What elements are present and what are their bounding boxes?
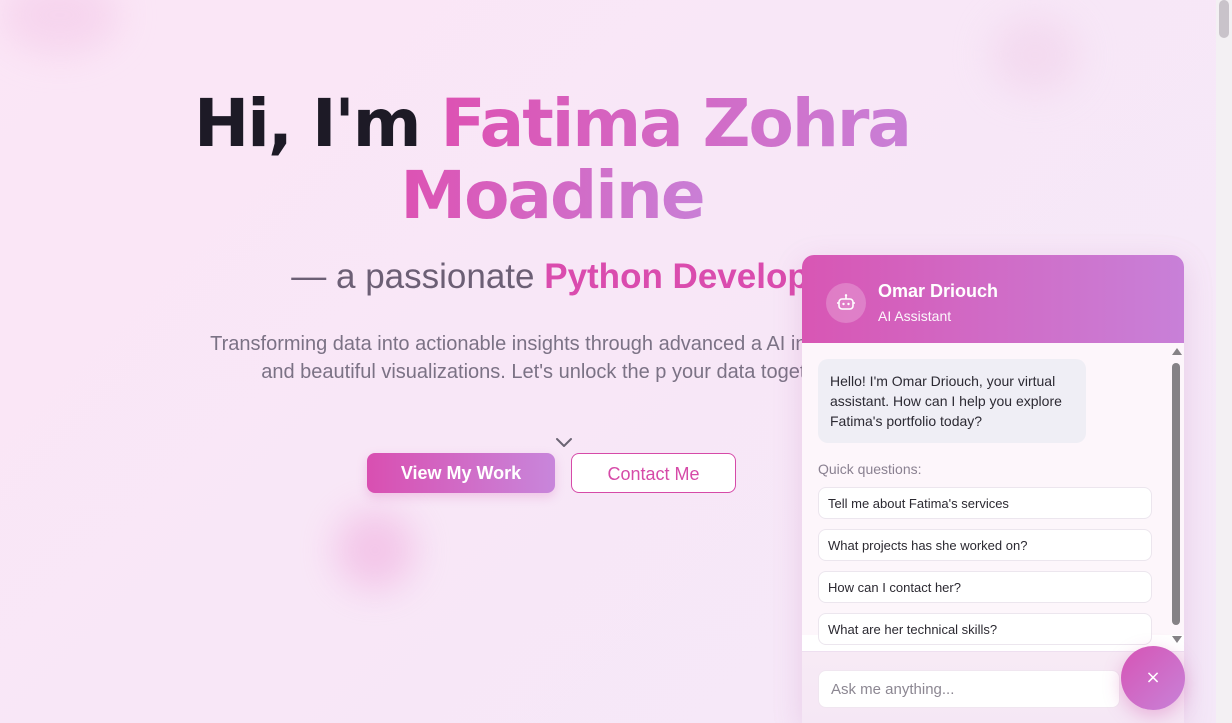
chat-assistant-role: AI Assistant bbox=[878, 308, 952, 324]
hero-name-first: Fatima Zohra bbox=[440, 85, 911, 162]
chat-header: Omar Driouch AI Assistant bbox=[802, 255, 1184, 343]
subtitle-role: Python Develop bbox=[544, 257, 809, 296]
quick-question-projects[interactable]: What projects has she worked on? bbox=[818, 529, 1152, 561]
scroll-up-arrow-icon[interactable] bbox=[1172, 348, 1182, 355]
chat-greeting-message: Hello! I'm Omar Driouch, your virtual as… bbox=[818, 359, 1086, 443]
chevron-down-icon[interactable] bbox=[555, 436, 573, 450]
page-scrollbar-thumb[interactable] bbox=[1219, 0, 1229, 38]
subtitle-prefix: — a passionate bbox=[291, 257, 545, 296]
hero-title-line2: Moadine bbox=[0, 160, 1104, 232]
hero-name-last: Moadine bbox=[400, 157, 705, 234]
contact-me-button[interactable]: Contact Me bbox=[571, 453, 736, 493]
close-icon[interactable]: × bbox=[1121, 646, 1185, 710]
quick-question-skills[interactable]: What are her technical skills? bbox=[818, 613, 1152, 645]
page-scrollbar[interactable] bbox=[1216, 0, 1232, 723]
quick-questions-title: Quick questions: bbox=[818, 461, 922, 477]
quick-question-services[interactable]: Tell me about Fatima's services bbox=[818, 487, 1152, 519]
chat-scrollbar[interactable] bbox=[1169, 346, 1184, 648]
chat-widget: Omar Driouch AI Assistant Hello! I'm Oma… bbox=[802, 255, 1184, 723]
chat-scrollbar-thumb[interactable] bbox=[1172, 363, 1180, 625]
chat-messages: Hello! I'm Omar Driouch, your virtual as… bbox=[802, 343, 1184, 645]
chat-assistant-name: Omar Driouch bbox=[878, 281, 999, 301]
robot-icon bbox=[826, 283, 866, 323]
hero-greeting: Hi, I'm bbox=[194, 85, 441, 162]
hero-title-line1: Hi, I'm Fatima Zohra bbox=[0, 88, 1104, 160]
scroll-down-arrow-icon[interactable] bbox=[1172, 636, 1182, 643]
view-my-work-button[interactable]: View My Work bbox=[367, 453, 555, 493]
quick-question-contact[interactable]: How can I contact her? bbox=[818, 571, 1152, 603]
hero-description: Transforming data into actionable insigh… bbox=[210, 333, 890, 383]
chat-input[interactable] bbox=[818, 670, 1120, 708]
